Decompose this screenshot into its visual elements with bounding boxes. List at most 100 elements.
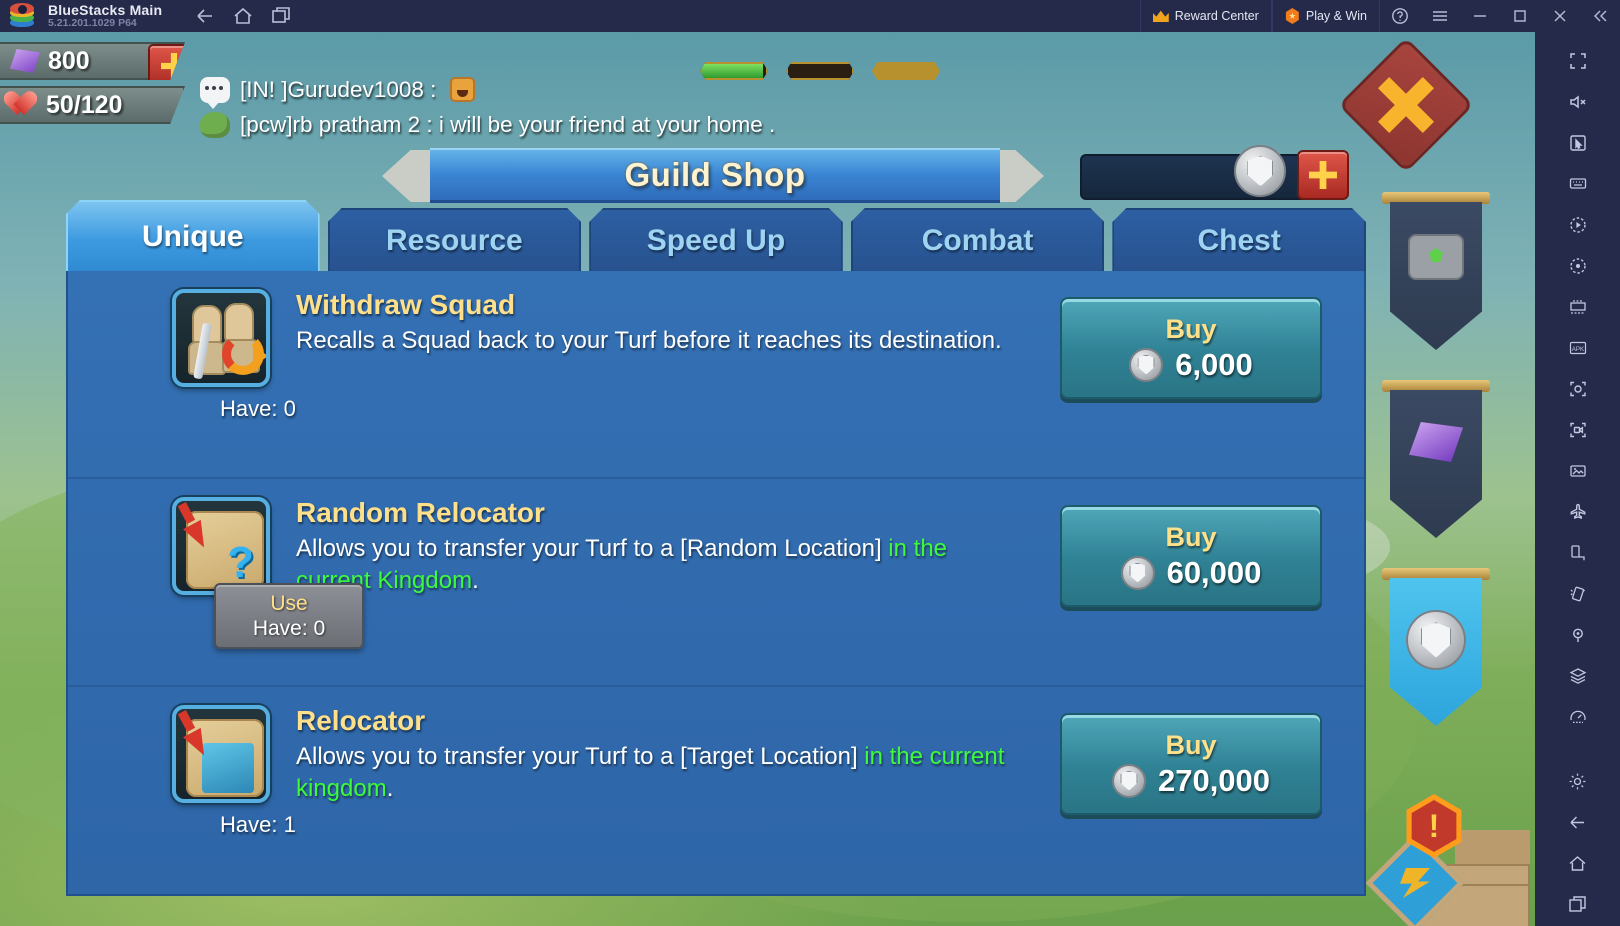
buy-label: Buy [1165, 729, 1217, 760]
grinning-face-emoji [450, 77, 476, 102]
install-apk-icon[interactable]: APK [1555, 329, 1601, 367]
collapse-sidebar-button[interactable] [1580, 0, 1620, 32]
prev-arrow-icon[interactable] [382, 150, 434, 202]
maximize-button[interactable] [1500, 0, 1540, 32]
play-and-win-button[interactable]: Play & Win [1271, 0, 1380, 32]
script-icon[interactable] [1555, 247, 1601, 285]
item-name: Withdraw Squad [296, 289, 516, 320]
use-item-popup[interactable]: Use Have: 0 [214, 583, 364, 649]
withdraw-squad-icon[interactable] [172, 289, 270, 387]
shop-title-banner: Guild Shop [430, 148, 1000, 203]
item-name: Relocator [296, 705, 426, 736]
chat-overlay[interactable]: [IN! ]Gurudev1008 : [pcw]rb pratham 2 : … [200, 72, 775, 142]
airplane-icon[interactable] [1555, 493, 1601, 531]
guild-coin-icon [1111, 763, 1146, 798]
item-description-tail: . [472, 567, 479, 595]
record-video-icon[interactable] [1555, 411, 1601, 449]
keyboard-controls-icon[interactable] [1555, 165, 1601, 203]
screenshot-icon[interactable] [1555, 370, 1601, 408]
question-mark-icon: ? [227, 538, 254, 587]
recents-icon[interactable] [1555, 885, 1601, 923]
app-version: 5.21.201.1029 P64 [48, 17, 137, 30]
back-arrow-icon[interactable] [1555, 803, 1601, 841]
play-and-win-label: Play & Win [1305, 9, 1367, 23]
buy-price: 6,000 [1175, 346, 1253, 382]
location-icon[interactable] [1555, 616, 1601, 654]
shop-tabs: Unique Resource Speed Up Combat Chest [66, 208, 1366, 272]
tab-resource[interactable]: Resource [328, 208, 582, 272]
banner-guild-coin[interactable] [1382, 568, 1490, 728]
buy-button[interactable]: Buy 60,000 [1060, 505, 1322, 607]
recents-button[interactable] [264, 2, 298, 30]
svg-text:APK: APK [1571, 346, 1584, 353]
item-description-text: Allows you to transfer your Turf to a [T… [296, 743, 865, 770]
tab-chest[interactable]: Chest [1112, 208, 1366, 272]
fullscreen-icon[interactable] [1555, 42, 1601, 80]
item-description: Recalls a Squad back to your Turf before… [296, 325, 1002, 357]
close-window-button[interactable] [1540, 0, 1580, 32]
gem-amount: 800 [48, 46, 90, 75]
settings-gear-icon[interactable] [1555, 762, 1601, 800]
item-name: Random Relocator [296, 497, 545, 528]
status-bar-empty [786, 62, 854, 80]
menu-button[interactable] [1420, 0, 1460, 32]
shop-item-row: Relocator Allows you to transfer your Tu… [68, 687, 1364, 894]
home-button[interactable] [226, 2, 260, 30]
minimize-button[interactable] [1460, 0, 1500, 32]
tree-icon [200, 111, 230, 138]
shop-item-list: Withdraw Squad Recalls a Squad back to y… [66, 271, 1366, 896]
guild-shop-modal: Guild Shop 0 Unique Resource Speed Up Co… [60, 140, 1370, 900]
add-guild-coin-button[interactable] [1297, 150, 1349, 200]
guild-coin-icon [1406, 610, 1466, 670]
energy-amount: 50/120 [46, 90, 123, 119]
rotate-icon[interactable] [1555, 534, 1601, 572]
shop-item-row: Withdraw Squad Recalls a Squad back to y… [68, 271, 1364, 479]
home-icon[interactable] [1555, 844, 1601, 882]
status-bar-gold [872, 62, 940, 80]
tab-speed-up[interactable]: Speed Up [589, 208, 843, 272]
recall-arrow-icon [222, 333, 266, 375]
mute-icon[interactable] [1555, 83, 1601, 121]
page-title: Guild Shop [624, 156, 806, 193]
item-description: Allows you to transfer your Turf to a [R… [296, 533, 1016, 598]
tab-unique[interactable]: Unique [66, 200, 320, 272]
item-have-count: Have: 0 [252, 616, 326, 640]
buy-price: 60,000 [1166, 554, 1262, 590]
shake-icon[interactable] [1555, 575, 1601, 613]
performance-icon[interactable] [1555, 698, 1601, 736]
item-have-count: Have: 1 [220, 812, 296, 837]
hex-star-icon [1285, 8, 1299, 24]
shop-item-row: ? Random Relocator Allows you to transfe… [68, 479, 1364, 687]
item-description-text: Allows you to transfer your Turf to a [R… [296, 535, 889, 562]
random-relocator-icon[interactable]: ? [172, 497, 270, 595]
game-viewport: ! 800 50/120 [IN!]Gurudev1008: [pcw]rb… [0, 32, 1535, 926]
item-description: Allows you to transfer your Turf to a [T… [296, 741, 1016, 806]
macro-recorder-icon[interactable] [1555, 206, 1601, 244]
help-button[interactable] [1380, 0, 1420, 32]
cursor-icon[interactable] [1555, 124, 1601, 162]
buy-button[interactable]: Buy 6,000 [1060, 297, 1322, 399]
chat-line[interactable]: [pcw]rb pratham 2 : i will be your frien… [200, 107, 775, 142]
banner-gems[interactable] [1382, 380, 1490, 540]
chat-text: [pcw]rb pratham 2 : i will be your frien… [240, 111, 776, 137]
banner-backpack[interactable] [1382, 192, 1490, 352]
item-have-count: Have: 0 [220, 396, 296, 421]
gem-counter: 800 [0, 42, 185, 80]
media-manager-icon[interactable] [1555, 452, 1601, 490]
guild-coin-icon [1120, 555, 1155, 590]
tab-combat[interactable]: Combat [851, 208, 1105, 272]
chat-text: [IN! ]Gurudev1008 : [240, 76, 437, 102]
layers-icon[interactable] [1555, 657, 1601, 695]
add-gems-button[interactable] [148, 44, 185, 80]
bluestacks-logo-icon [10, 3, 36, 29]
guild-coin-display: 0 [1080, 145, 1330, 200]
reward-center-label: Reward Center [1174, 9, 1259, 23]
gem-icon [10, 49, 40, 73]
back-button[interactable] [188, 2, 222, 30]
chat-line[interactable]: [IN! ]Gurudev1008 : [200, 72, 775, 109]
multi-instance-icon[interactable] [1555, 288, 1601, 326]
relocator-icon[interactable] [172, 705, 270, 803]
bluestacks-titlebar: BlueStacks Main 5.21.201.1029 P64 Reward… [0, 0, 1620, 32]
reward-center-button[interactable]: Reward Center [1139, 0, 1272, 32]
buy-button[interactable]: Buy 270,000 [1060, 713, 1322, 815]
